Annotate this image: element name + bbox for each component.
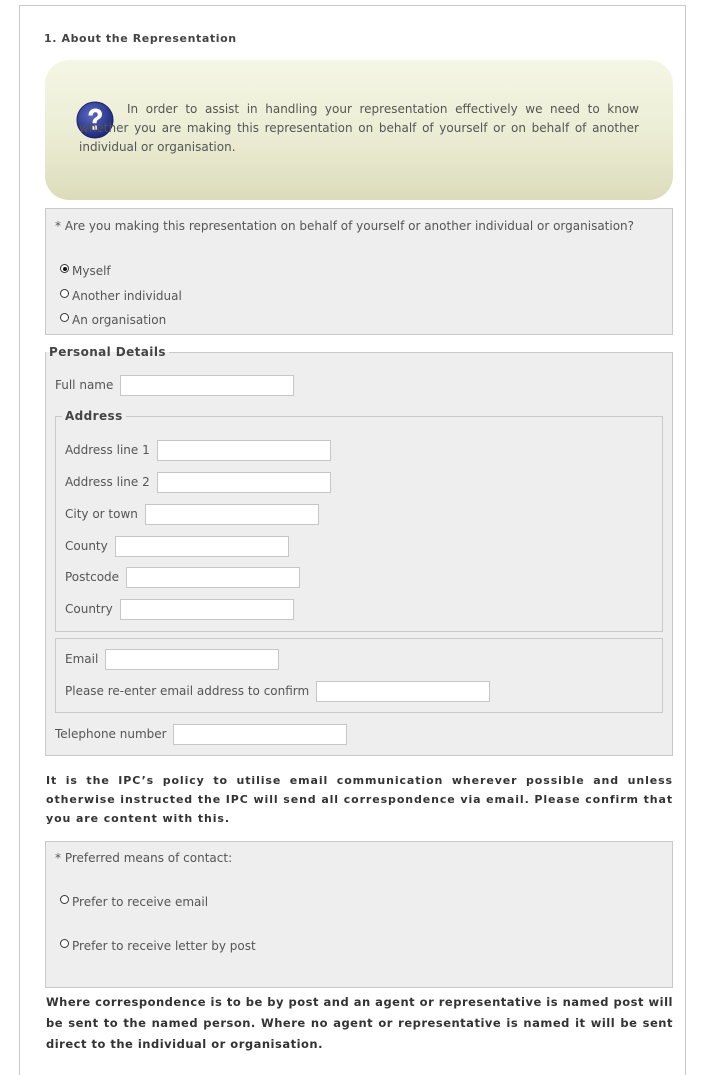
address-line2-row: Address line 2 bbox=[65, 472, 331, 493]
county-input[interactable] bbox=[114, 536, 289, 557]
option-another-individual-label: Another individual bbox=[72, 289, 182, 303]
country-row: Country bbox=[65, 599, 294, 620]
personal-details-legend: Personal Details bbox=[49, 345, 166, 359]
full-name-input[interactable] bbox=[120, 375, 295, 396]
behalf-question: * Are you making this representation on … bbox=[55, 219, 635, 233]
email-row: Email bbox=[65, 649, 280, 670]
radio-another-individual[interactable] bbox=[60, 289, 69, 298]
address-line1-input[interactable] bbox=[156, 440, 331, 461]
radio-organisation[interactable] bbox=[60, 313, 69, 322]
full-name-label: Full name bbox=[55, 378, 114, 392]
option-post-label: Prefer to receive letter by post bbox=[72, 939, 256, 953]
info-box: In order to assist in handling your repr… bbox=[45, 60, 673, 200]
option-myself[interactable]: Myself bbox=[60, 264, 111, 278]
option-myself-label: Myself bbox=[72, 264, 111, 278]
option-organisation-label: An organisation bbox=[72, 313, 167, 327]
address-line2-input[interactable] bbox=[156, 472, 331, 493]
city-label: City or town bbox=[65, 507, 138, 521]
postcode-label: Postcode bbox=[65, 570, 120, 584]
city-row: City or town bbox=[65, 504, 319, 525]
form-page: 1. About the Representation In order to … bbox=[19, 5, 686, 1075]
email-confirm-input[interactable] bbox=[316, 681, 491, 702]
info-text: In order to assist in handling your repr… bbox=[79, 102, 639, 154]
telephone-input[interactable] bbox=[173, 724, 348, 745]
option-another-individual[interactable]: Another individual bbox=[60, 289, 182, 303]
radio-myself[interactable] bbox=[60, 264, 69, 273]
full-name-row: Full name bbox=[55, 375, 295, 396]
option-email[interactable]: Prefer to receive email bbox=[60, 895, 208, 909]
telephone-label: Telephone number bbox=[55, 727, 167, 741]
policy-notice: It is the IPC’s policy to utilise email … bbox=[46, 774, 673, 825]
contact-question: * Preferred means of contact: bbox=[55, 851, 233, 865]
option-post[interactable]: Prefer to receive letter by post bbox=[60, 939, 256, 953]
address-legend: Address bbox=[65, 409, 123, 423]
section-title: 1. About the Representation bbox=[44, 32, 237, 45]
county-label: County bbox=[65, 539, 108, 553]
email-confirm-label: Please re-enter email address to confirm bbox=[65, 684, 310, 698]
address-line2-label: Address line 2 bbox=[65, 475, 150, 489]
postcode-row: Postcode bbox=[65, 567, 300, 588]
post-notice: Where correspondence is to be by post an… bbox=[46, 995, 673, 1051]
email-confirm-row: Please re-enter email address to confirm bbox=[65, 681, 491, 702]
contact-preference-box: * Preferred means of contact: Prefer to … bbox=[45, 841, 673, 988]
option-organisation[interactable]: An organisation bbox=[60, 313, 166, 327]
email-label: Email bbox=[65, 652, 99, 666]
radio-email[interactable] bbox=[60, 895, 69, 904]
email-input[interactable] bbox=[105, 649, 280, 670]
postcode-input[interactable] bbox=[125, 567, 300, 588]
country-label: Country bbox=[65, 602, 113, 616]
address-line1-row: Address line 1 bbox=[65, 440, 331, 461]
option-email-label: Prefer to receive email bbox=[72, 895, 209, 909]
telephone-row: Telephone number bbox=[55, 724, 348, 745]
country-input[interactable] bbox=[119, 599, 294, 620]
radio-post[interactable] bbox=[60, 939, 69, 948]
city-input[interactable] bbox=[144, 504, 319, 525]
address-line1-label: Address line 1 bbox=[65, 443, 150, 457]
behalf-question-box: * Are you making this representation on … bbox=[45, 208, 673, 335]
county-row: County bbox=[65, 536, 289, 557]
